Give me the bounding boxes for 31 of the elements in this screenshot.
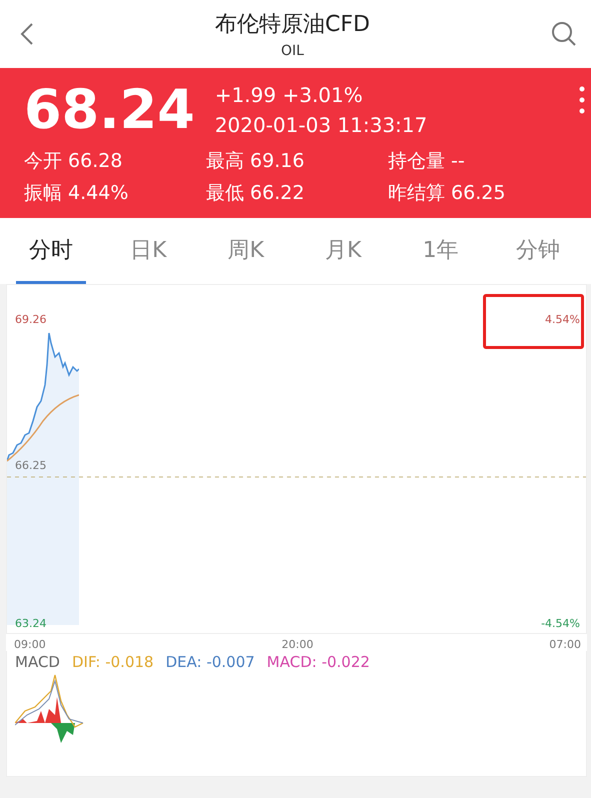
search-icon[interactable]: [551, 21, 577, 47]
chart-tab[interactable]: 1年: [406, 218, 476, 284]
macd-value: MACD: -0.022: [266, 653, 370, 671]
axis-label: -4.54%: [541, 617, 580, 630]
stat-text: 最高 69.16: [206, 149, 306, 174]
subtitle: OIL: [281, 43, 304, 59]
axis-label: 4.54%: [545, 313, 580, 326]
macd-label: MACD: [15, 653, 60, 671]
time-label: 09:00: [14, 638, 46, 651]
stat-text: 最低 66.22: [206, 181, 306, 206]
quote-time: 2020-01-03 11:33:17: [214, 113, 428, 137]
chart-tab[interactable]: 周K: [210, 218, 281, 284]
chart-tab[interactable]: 分钟: [502, 218, 573, 284]
axis-label: 63.24: [15, 617, 46, 630]
title: 布伦特原油CFD: [215, 11, 370, 39]
axis-label: 66.25: [15, 459, 46, 472]
time-label: 07:00: [549, 638, 581, 651]
stat-text: 今开 66.28: [24, 149, 124, 174]
macd-value: DIF: -0.018: [72, 653, 154, 671]
stat-text: 振幅 4.44%: [24, 181, 130, 206]
back-icon[interactable]: [20, 22, 34, 46]
axis-label: 69.26: [15, 313, 46, 326]
price-change: +1.99 +3.01%: [214, 83, 364, 107]
chart-tab[interactable]: 日K: [113, 218, 184, 284]
stat-text: 持仓量 --: [388, 149, 466, 174]
price: 68.24: [24, 78, 195, 142]
time-label: 20:00: [282, 638, 314, 651]
macd-value: DEA: -0.007: [166, 653, 255, 671]
more-icon[interactable]: [579, 86, 585, 114]
stat-text: 昨结算 66.25: [388, 181, 506, 206]
chart-tab[interactable]: 月K: [308, 218, 378, 284]
